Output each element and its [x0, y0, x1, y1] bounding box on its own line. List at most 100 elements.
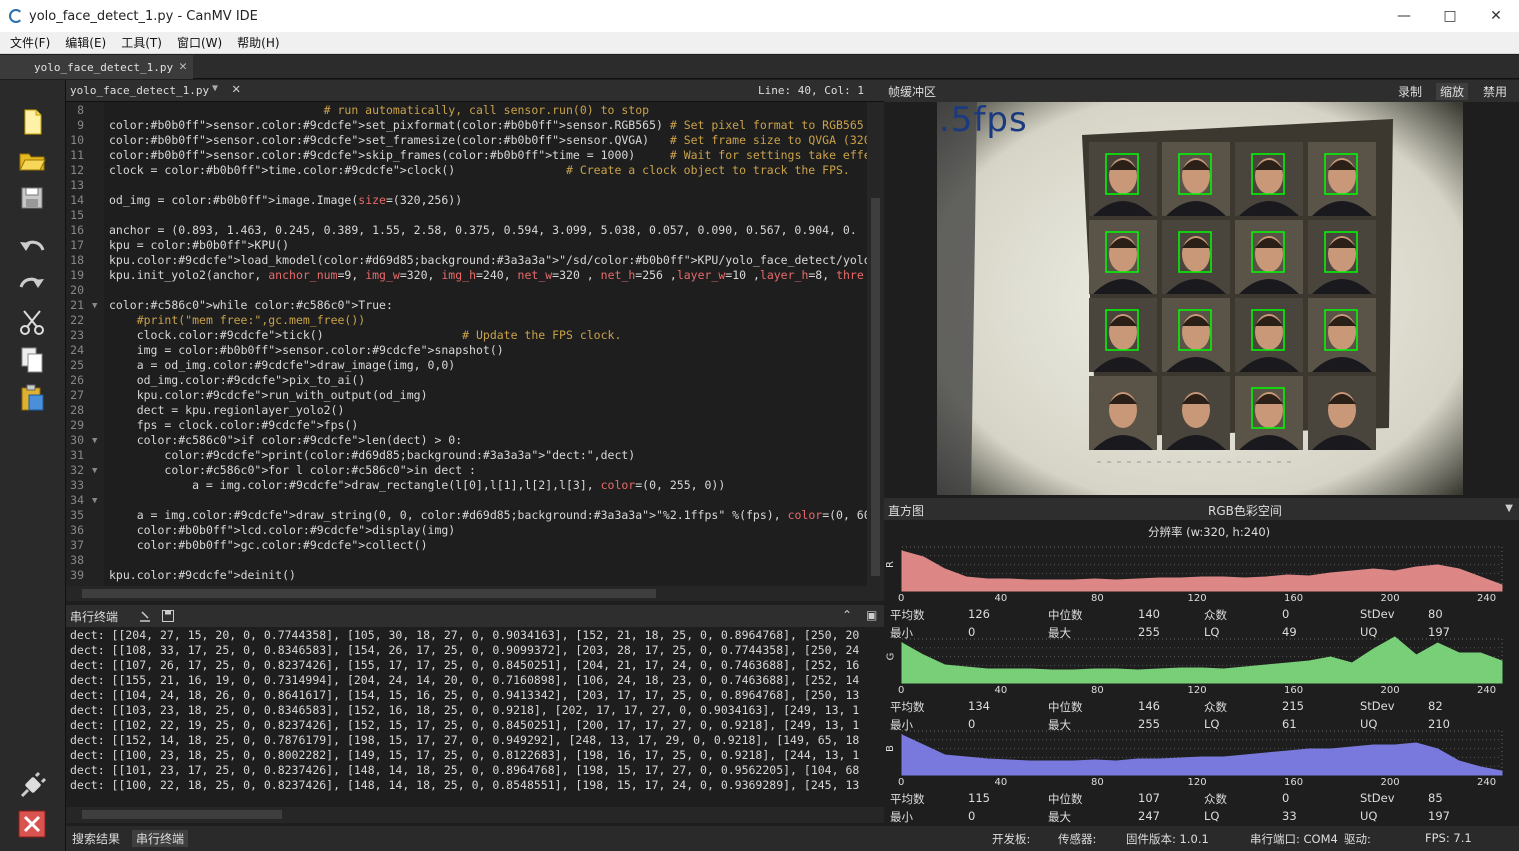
chevron-down-icon[interactable]: ▼ [1505, 503, 1513, 514]
stat-label: UQ [1360, 809, 1378, 823]
terminal-line: dect: [[155, 21, 16, 19, 0, 0.7314994], … [70, 673, 860, 687]
code-editor[interactable]: # run automatically, call sensor.run(0) … [104, 102, 867, 586]
axis-tick-label: 120 [1187, 593, 1207, 604]
fold-arrow-icon[interactable]: ▼ [92, 301, 97, 311]
axis-tick-label: 240 [1477, 593, 1497, 604]
axis-tick-label: 80 [1091, 593, 1104, 604]
tab-search-results[interactable]: 搜索结果 [68, 830, 124, 847]
axis-tick-label: 40 [994, 777, 1008, 788]
line-number: 19 [70, 268, 84, 282]
document-tab-label: yolo_face_detect_1.py [34, 60, 174, 74]
clear-terminal-icon[interactable] [138, 609, 152, 623]
editor-horizontal-scrollbar[interactable] [66, 586, 884, 601]
line-number: 31 [70, 448, 84, 462]
undo-icon[interactable] [16, 232, 48, 264]
axis-tick-label: 200 [1380, 593, 1400, 604]
stat-value: 33 [1282, 809, 1297, 823]
port-label: 串行端口: COM4 [1250, 832, 1338, 846]
axis-tick-label: 0 [898, 593, 905, 604]
stop-icon[interactable] [16, 808, 48, 840]
stat-value: 255 [1138, 717, 1160, 731]
menu-help[interactable]: 帮助(H) [237, 34, 279, 51]
chevron-down-icon[interactable]: ▼ [212, 83, 218, 94]
stat-label: 中位数 [1048, 700, 1083, 714]
histogram-channel-label: R [884, 561, 896, 568]
tab-serial-terminal[interactable]: 串行终端 [132, 830, 189, 847]
editor-file-selector[interactable]: yolo_face_detect_1.py [70, 84, 209, 97]
code-line: clock.color:#9cdcfe">tick() # Update the… [109, 328, 622, 342]
menu-tools[interactable]: 工具(T) [121, 34, 162, 51]
menu-edit[interactable]: 编辑(E) [65, 34, 106, 51]
line-number: 27 [70, 388, 84, 402]
code-line: kpu.color:#9cdcfe">deinit() [109, 568, 296, 582]
terminal-horizontal-scrollbar[interactable] [66, 807, 884, 823]
save-icon[interactable] [16, 182, 48, 214]
collapse-panel-icon[interactable]: ▣ [866, 608, 877, 622]
minimize-button[interactable]: — [1381, 0, 1427, 32]
stat-value: 61 [1282, 717, 1297, 731]
close-window-button[interactable]: ✕ [1473, 0, 1519, 32]
code-line: img = color:#b0b0ff">sensor.color:#9cdcf… [109, 343, 504, 357]
window-title: yolo_face_detect_1.py - CanMV IDE [29, 8, 258, 24]
code-line: # run automatically, call sensor.run(0) … [323, 103, 650, 117]
menu-window[interactable]: 窗口(W) [177, 34, 222, 51]
line-number: 28 [70, 403, 84, 417]
stat-value: 146 [1138, 699, 1160, 713]
colorspace-select[interactable]: RGB色彩空间 [1208, 502, 1282, 519]
terminal-output[interactable]: dect: [[204, 27, 15, 20, 0, 0.7744358], … [66, 627, 868, 807]
redo-icon[interactable] [16, 269, 48, 301]
close-tab-icon[interactable]: ✕ [179, 59, 187, 74]
maximize-button[interactable]: □ [1427, 0, 1473, 32]
terminal-line: dect: [[204, 27, 15, 20, 0, 0.7744358], … [70, 628, 860, 642]
connect-icon[interactable] [16, 770, 48, 802]
axis-tick-label: 40 [994, 593, 1008, 604]
close-editor-icon[interactable]: ✕ [232, 81, 240, 97]
cut-icon[interactable] [16, 306, 48, 338]
line-number: 26 [70, 373, 84, 387]
line-number: 17 [70, 238, 84, 252]
disable-button[interactable]: 禁用 [1483, 83, 1507, 100]
fold-arrow-icon[interactable]: ▼ [92, 466, 97, 476]
open-folder-icon[interactable] [16, 144, 48, 176]
code-line: kpu.color:#9cdcfe">run_with_output(od_im… [109, 388, 428, 402]
editor-vertical-scrollbar[interactable] [867, 102, 884, 586]
axis-tick-label: 80 [1091, 777, 1104, 788]
stat-label: LQ [1204, 625, 1220, 639]
menu-file[interactable]: 文件(F) [10, 34, 50, 51]
stat-value: 0 [1282, 791, 1290, 805]
stat-label: 众数 [1204, 792, 1227, 806]
save-log-icon[interactable] [161, 609, 175, 623]
stat-value: 197 [1428, 625, 1450, 639]
terminal-line: dect: [[100, 23, 18, 25, 0, 0.8002282], … [70, 748, 860, 762]
chevron-up-icon[interactable]: ⌃ [842, 608, 852, 622]
line-number: 22 [70, 313, 84, 327]
stat-label: 最小 [890, 810, 913, 824]
terminal-line: dect: [[100, 22, 18, 25, 0, 0.8237426], … [70, 778, 860, 792]
new-file-icon[interactable] [16, 106, 48, 138]
fps-label: FPS: 7.1 [1425, 831, 1472, 845]
fold-arrow-icon[interactable]: ▼ [92, 496, 97, 506]
code-line: od_img.color:#9cdcfe">pix_to_ai() [109, 373, 366, 387]
line-number: 37 [70, 538, 84, 552]
code-line: kpu.init_yolo2(anchor, anchor_num=9, img… [109, 268, 864, 282]
stat-label: 众数 [1204, 608, 1227, 622]
paste-icon[interactable] [16, 382, 48, 414]
fold-arrow-icon[interactable]: ▼ [92, 436, 97, 446]
copy-icon[interactable] [16, 344, 48, 376]
line-number: 18 [70, 253, 84, 267]
record-button[interactable]: 录制 [1398, 83, 1422, 100]
stat-value: 107 [1138, 791, 1160, 805]
code-line: clock = color:#b0b0ff">time.color:#9cdcf… [109, 163, 850, 177]
line-number: 36 [70, 523, 84, 537]
camera-image [937, 102, 1463, 495]
document-tab[interactable]: yolo_face_detect_1.py ✕ [0, 55, 193, 79]
axis-tick-label: 80 [1091, 685, 1104, 696]
driver-label: 驱动: [1344, 832, 1371, 846]
stat-value: 0 [968, 809, 976, 823]
zoom-button[interactable]: 缩放 [1436, 83, 1469, 100]
line-number: 25 [70, 358, 84, 372]
board-label: 开发板: [992, 832, 1031, 846]
code-line: color:#9cdcfe">print(color:#d69d85;backg… [164, 448, 636, 462]
line-number: 10 [70, 133, 84, 147]
line-number: 32 [70, 463, 84, 477]
